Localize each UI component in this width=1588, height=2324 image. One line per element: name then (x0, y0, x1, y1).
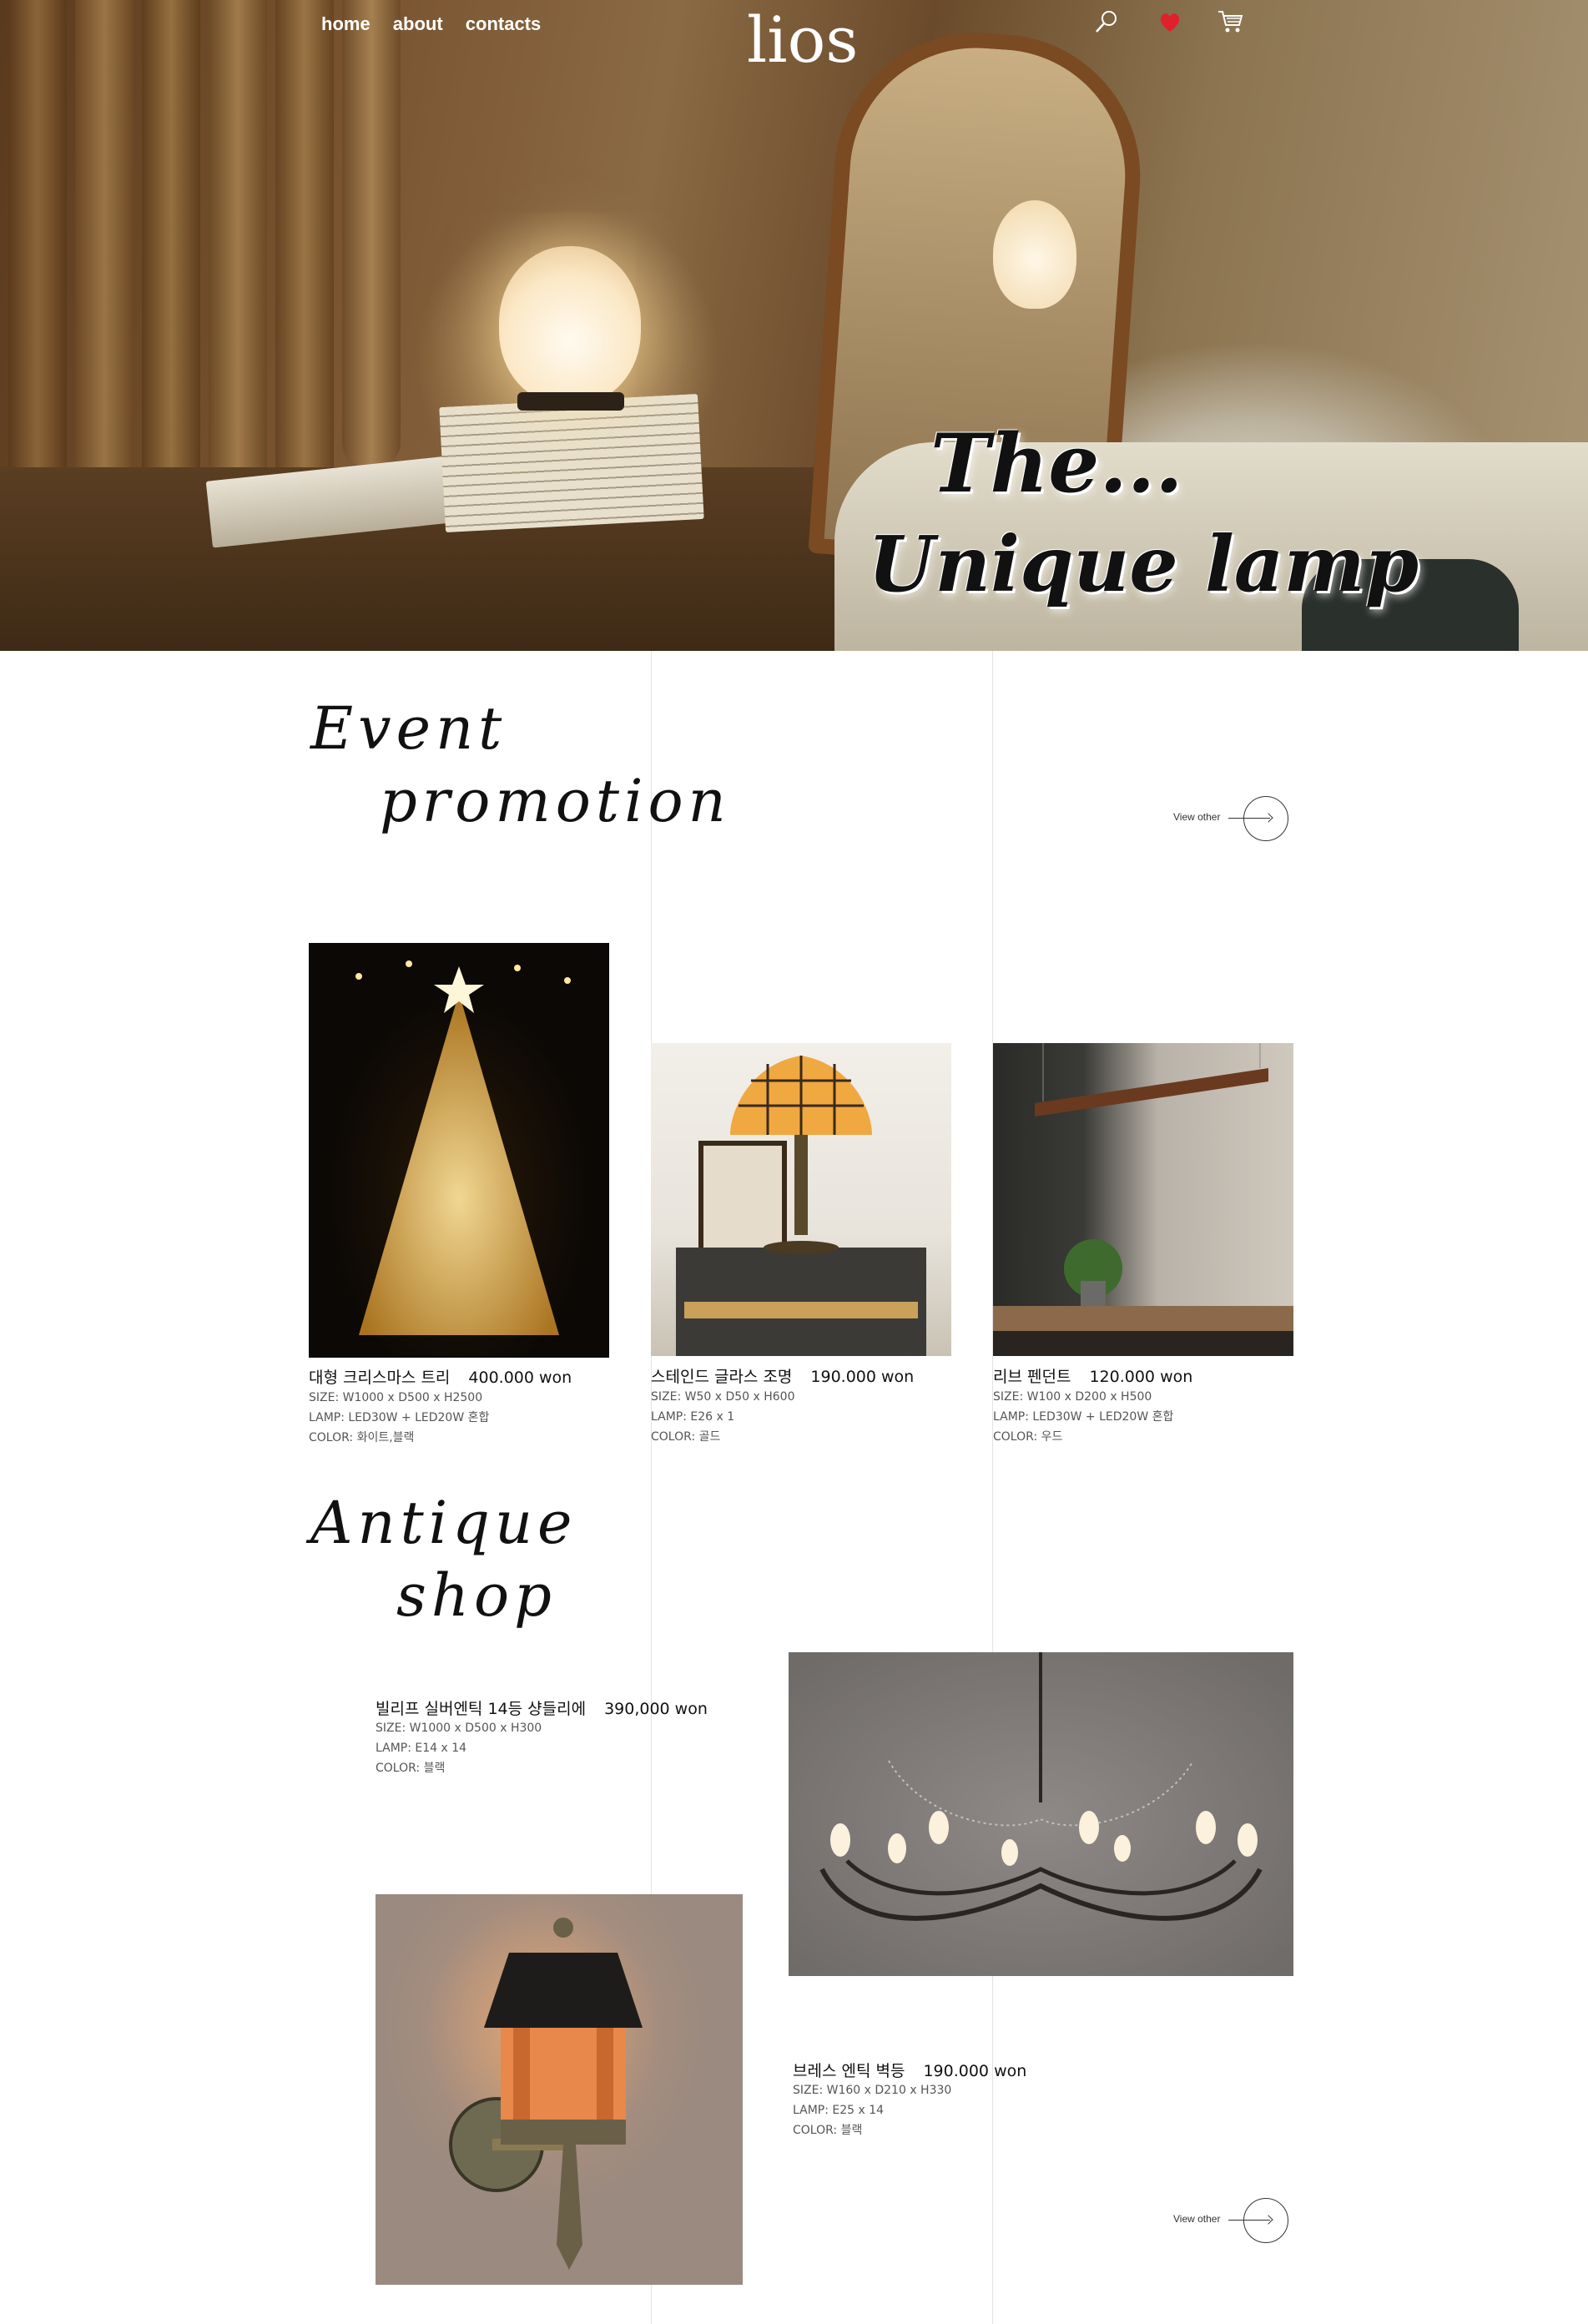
product-specs: SIZE: W50 x D50 x H600 LAMP: E26 x 1 COL… (651, 1387, 795, 1447)
antique-title-line2: shop (396, 1561, 557, 1630)
antique-view-other-button[interactable]: View other (1173, 2195, 1298, 2245)
lamp-base (517, 392, 624, 411)
product-size: SIZE: W160 x D210 x H330 (793, 2084, 952, 2097)
product-size: SIZE: W1000 x D500 x H300 (376, 1722, 542, 1735)
circle-icon (1243, 2198, 1288, 2243)
product-title[interactable]: 빌리프 실버엔틱 14등 샹들리에 390,000 won (376, 1696, 708, 1719)
product-size: SIZE: W50 x D50 x H600 (651, 1390, 795, 1404)
view-other-label: View other (1173, 811, 1221, 823)
product-price: 190.000 won (923, 2062, 1027, 2080)
product-color: COLOR: 우드 (993, 1430, 1063, 1444)
hero-headline-line2: Unique lamp (868, 519, 1419, 609)
curtain-fold (8, 0, 67, 517)
heart-icon[interactable] (1157, 8, 1183, 35)
product-specs: SIZE: W1000 x D500 x H300 LAMP: E14 x 14… (376, 1718, 542, 1778)
lamp-reflection (993, 200, 1076, 309)
rib-pendant-image[interactable] (993, 1043, 1293, 1356)
product-specs: SIZE: W100 x D200 x H500 LAMP: LED30W + … (993, 1387, 1173, 1447)
product-size: SIZE: W1000 x D500 x H2500 (309, 1391, 483, 1404)
product-color: COLOR: 블랙 (793, 2124, 863, 2137)
product-lamp: LAMP: LED30W + LED20W 혼합 (993, 1410, 1174, 1424)
brand-logo[interactable]: lios (747, 8, 858, 72)
hero-headline-line1: The... (930, 416, 1183, 511)
product-lamp: LAMP: E25 x 14 (793, 2104, 885, 2117)
product-title[interactable]: 리브 펜던트 120.000 won (993, 1364, 1192, 1387)
event-title-line2: promotion (380, 767, 731, 835)
product-title[interactable]: 스테인드 글라스 조명 190.000 won (651, 1364, 914, 1387)
curtain-fold (75, 0, 134, 517)
lamp-globe (499, 246, 641, 405)
product-price: 190.000 won (810, 1368, 915, 1386)
product-lamp: LAMP: E14 x 14 (376, 1742, 467, 1755)
product-price: 120.000 won (1089, 1368, 1193, 1386)
curtain-fold (275, 0, 334, 517)
christmas-tree-image[interactable] (309, 943, 609, 1358)
curtain-fold (342, 0, 401, 467)
product-name: 대형 크리스마스 트리 (309, 1369, 451, 1387)
product-color: COLOR: 블랙 (376, 1762, 446, 1775)
product-specs: SIZE: W160 x D210 x H330 LAMP: E25 x 14 … (793, 2080, 951, 2140)
product-name: 빌리프 실버엔틱 14등 샹들리에 (376, 1700, 587, 1718)
product-title[interactable]: 브레스 엔틱 벽등 190.000 won (793, 2059, 1026, 2081)
product-lamp: LAMP: E26 x 1 (651, 1410, 735, 1424)
nav-home-link[interactable]: home (321, 13, 371, 34)
antique-title-line1: Antique (310, 1489, 577, 1557)
product-price: 390,000 won (604, 1700, 708, 1718)
circle-icon (1243, 796, 1288, 841)
product-name: 브레스 엔틱 벽등 (793, 2062, 905, 2080)
brass-wall-sconce-image[interactable] (376, 1894, 743, 2285)
product-name: 스테인드 글라스 조명 (651, 1368, 793, 1386)
nav-about-link[interactable]: about (393, 13, 443, 34)
chandelier-image[interactable] (789, 1652, 1293, 1976)
product-price: 400.000 won (468, 1369, 572, 1387)
curtain-fold (209, 0, 267, 517)
product-size: SIZE: W100 x D200 x H500 (993, 1390, 1152, 1404)
product-specs: SIZE: W1000 x D500 x H2500 LAMP: LED30W … (309, 1388, 489, 1448)
product-lamp: LAMP: LED30W + LED20W 혼합 (309, 1411, 490, 1424)
event-view-other-button[interactable]: View other (1173, 793, 1298, 843)
product-name: 리브 펜던트 (993, 1368, 1071, 1386)
nav-contacts-link[interactable]: contacts (466, 13, 541, 34)
book-stack (439, 393, 704, 533)
stained-glass-lamp-image[interactable] (651, 1043, 951, 1356)
event-title-line1: Event (310, 694, 507, 763)
main-nav: home about contacts (321, 13, 559, 35)
view-other-label: View other (1173, 2213, 1221, 2225)
product-color: COLOR: 화이트,블랙 (309, 1431, 415, 1444)
product-title[interactable]: 대형 크리스마스 트리 400.000 won (309, 1365, 572, 1388)
product-color: COLOR: 골드 (651, 1430, 721, 1444)
cart-icon[interactable] (1217, 8, 1245, 35)
search-icon[interactable] (1093, 8, 1120, 35)
curtain-fold (142, 0, 200, 517)
